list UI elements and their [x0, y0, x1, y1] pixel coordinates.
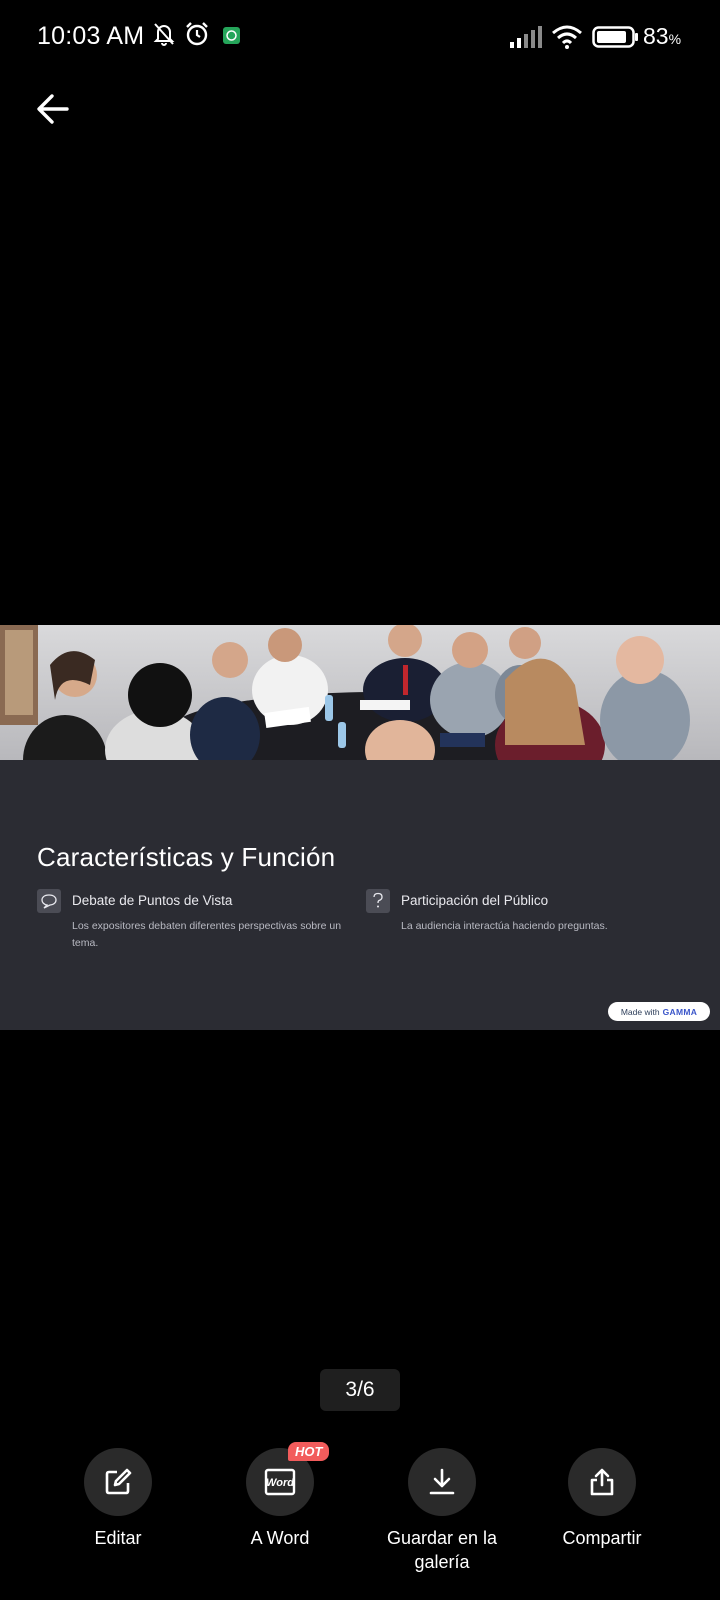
save-to-gallery-button[interactable]: Guardar en la galería	[372, 1448, 512, 1574]
slide-preview[interactable]	[0, 625, 720, 1030]
feature-description: Los expositores debaten diferentes persp…	[72, 920, 342, 949]
word-icon: Word	[264, 1468, 296, 1496]
arrow-left-icon	[37, 94, 69, 124]
feature-description: La audiencia interactúa haciendo pregunt…	[401, 920, 608, 932]
save-to-gallery-button-circle[interactable]	[408, 1448, 476, 1516]
slide-title: Características y Función	[37, 842, 336, 872]
alarm-icon	[186, 22, 208, 46]
save-to-gallery-label: Guardar en la galería	[386, 1528, 498, 1572]
download-icon	[429, 1468, 455, 1495]
battery-percent: 83%	[643, 23, 682, 49]
share-label: Compartir	[562, 1528, 642, 1548]
bell-off-icon	[153, 23, 175, 46]
speech-bubble-icon	[37, 889, 61, 913]
svg-text:Word: Word	[266, 1477, 294, 1489]
to-word-button-circle[interactable]: Word HOT	[246, 1442, 330, 1516]
meeting-photo	[0, 625, 720, 760]
status-bar: 10:03 AM 83%	[0, 0, 720, 74]
back-button[interactable]	[30, 86, 76, 132]
share-icon	[590, 1468, 614, 1496]
to-word-label: A Word	[250, 1528, 310, 1548]
edit-button[interactable]: Editar	[48, 1448, 188, 1550]
share-button-circle[interactable]	[568, 1448, 636, 1516]
edit-label: Editar	[94, 1528, 142, 1548]
battery-icon	[592, 26, 638, 48]
share-button[interactable]: Compartir	[532, 1448, 672, 1550]
made-with-gamma-badge: Made with GAMMA	[608, 1002, 710, 1021]
feature-title: Participación del Público	[401, 893, 549, 908]
signal-icon	[510, 26, 542, 48]
question-icon	[366, 889, 390, 913]
to-word-button[interactable]: Word HOT A Word	[210, 1442, 350, 1550]
wifi-icon	[552, 25, 582, 49]
page-indicator: 3/6	[320, 1369, 400, 1411]
edit-icon	[105, 1468, 132, 1495]
whatsapp-icon	[223, 27, 240, 44]
hot-badge: HOT	[288, 1442, 330, 1461]
feature-title: Debate de Puntos de Vista	[72, 893, 233, 908]
edit-button-circle[interactable]	[84, 1448, 152, 1516]
status-time: 10:03 AM	[37, 22, 145, 50]
